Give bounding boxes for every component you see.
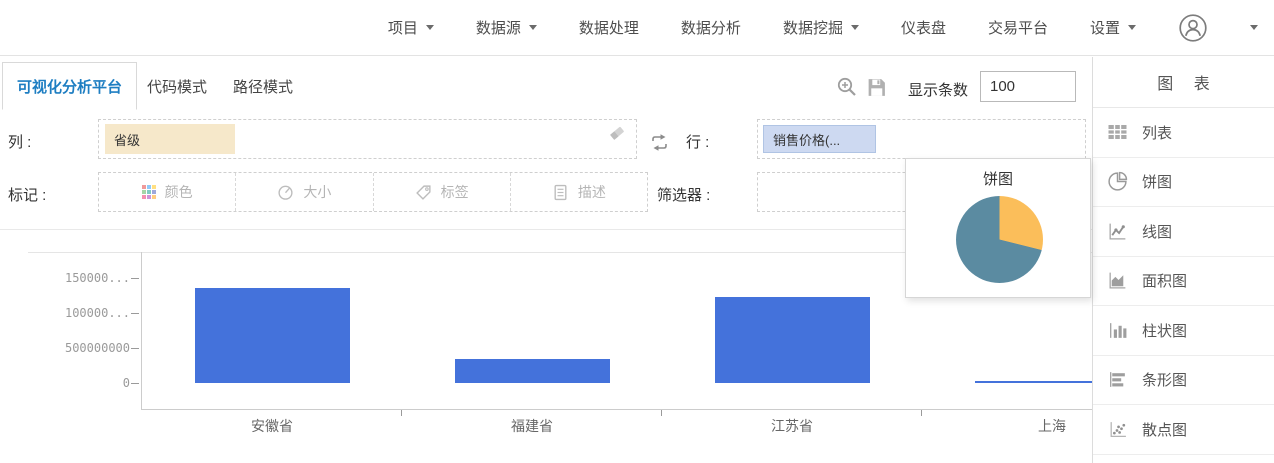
pie-chart-icon — [1108, 172, 1128, 191]
user-avatar-icon — [1179, 13, 1207, 42]
sidebar-item-label: 饼图 — [1142, 174, 1173, 192]
y-axis-label: 500000000 — [64, 341, 130, 355]
chart-bar[interactable] — [454, 359, 610, 383]
bi-analysis-app: 项目 数据源 数据处理 数据分析 数据挖掘 仪表盘 交易平台 设置 可视化分析平… — [0, 0, 1274, 463]
y-axis-tick — [131, 313, 139, 314]
chart-type-area[interactable]: 面积图 — [1093, 256, 1274, 306]
y-axis-tick — [131, 278, 139, 279]
chart-type-pie[interactable]: 饼图 — [1093, 157, 1274, 207]
y-axis-line — [141, 252, 142, 409]
nav-label: 设置 — [1089, 20, 1120, 37]
chevron-down-icon — [1128, 25, 1136, 30]
user-avatar-button[interactable] — [1178, 13, 1208, 43]
x-axis-label: 上海 — [1038, 418, 1066, 434]
chart-bar[interactable] — [714, 297, 870, 383]
y-axis-label: 0 — [122, 376, 130, 390]
chart-bar[interactable] — [974, 381, 1092, 383]
nav-item-settings[interactable]: 设置 — [1090, 17, 1136, 38]
sidebar-title: 图 表 — [1093, 57, 1274, 108]
chart-type-sidebar: 图 表 列表 饼图 线图 面积图 柱状图 条形图 散点图 — [1092, 57, 1274, 463]
table-icon — [1108, 125, 1127, 140]
pie-preview-image — [956, 196, 1043, 283]
y-axis-tick — [131, 383, 139, 384]
bar-chart-icon — [1109, 372, 1125, 388]
sidebar-item-label: 线图 — [1142, 223, 1173, 241]
x-axis-label: 安徽省 — [251, 418, 293, 434]
chart-bar[interactable] — [194, 288, 350, 383]
tooltip-title: 饼图 — [982, 171, 1013, 188]
x-axis-tick — [921, 410, 922, 416]
x-axis-tick — [401, 410, 402, 416]
y-axis-label: 150000... — [64, 271, 130, 285]
chart-type-bar[interactable]: 条形图 — [1093, 355, 1274, 405]
pie-chart-preview-tooltip: 饼图 — [905, 158, 1091, 298]
sidebar-item-label: 柱状图 — [1142, 322, 1188, 340]
sidebar-item-label: 条形图 — [1142, 372, 1188, 390]
y-axis-tick — [131, 348, 139, 349]
chart-type-column[interactable]: 柱状图 — [1093, 306, 1274, 356]
x-axis-label: 福建省 — [511, 418, 553, 434]
x-axis-label: 江苏省 — [771, 418, 813, 434]
area-chart-icon — [1109, 272, 1126, 289]
sidebar-item-label: 列表 — [1142, 124, 1173, 142]
line-chart-icon — [1109, 223, 1126, 240]
x-axis-tick — [661, 410, 662, 416]
scatter-chart-icon — [1110, 421, 1126, 437]
y-axis-label: 100000... — [64, 306, 130, 320]
column-chart-icon — [1109, 322, 1127, 338]
chart-type-table[interactable]: 列表 — [1093, 108, 1274, 158]
user-menu-caret[interactable] — [1250, 25, 1258, 30]
chart-type-line[interactable]: 线图 — [1093, 207, 1274, 257]
chevron-down-icon — [1250, 25, 1258, 30]
sidebar-item-label: 散点图 — [1142, 421, 1188, 439]
x-axis-line — [141, 409, 1092, 410]
sidebar-item-label: 面积图 — [1142, 273, 1188, 291]
chart-type-scatter[interactable]: 散点图 — [1093, 405, 1274, 455]
